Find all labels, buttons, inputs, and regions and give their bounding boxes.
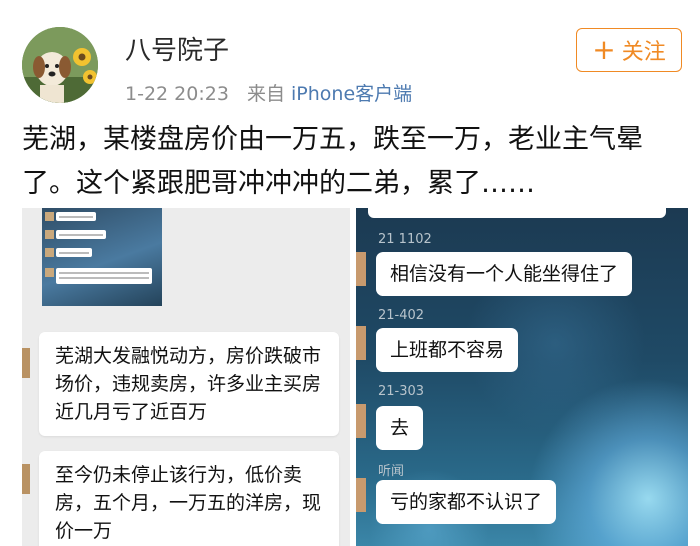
post-time: 1-22 20:23 bbox=[125, 83, 229, 105]
plus-icon: + bbox=[592, 33, 616, 66]
message-bubble: 亏的家都不认识了 bbox=[376, 480, 557, 524]
message-bubble: 去 bbox=[376, 406, 424, 450]
avatar bbox=[356, 326, 366, 360]
sender-label: 听闻 bbox=[378, 464, 405, 479]
avatar bbox=[356, 478, 366, 512]
avatar bbox=[22, 464, 30, 494]
dog-avatar-icon bbox=[22, 27, 98, 103]
message-bubble bbox=[368, 208, 666, 218]
left-screenshot[interactable]: 芜湖大发融悦动方，房价跌破市场价，违规卖房，许多业主买房近几月亏了近百万 至今仍… bbox=[22, 208, 350, 546]
source-link[interactable]: iPhone客户端 bbox=[291, 83, 412, 105]
follow-label: 关注 bbox=[621, 40, 666, 65]
follow-button[interactable]: + 关注 bbox=[576, 28, 682, 72]
message-bubble: 相信没有一个人能坐得住了 bbox=[376, 252, 633, 296]
sender-label: 21-402 bbox=[378, 308, 425, 323]
avatar[interactable] bbox=[22, 27, 98, 103]
post-text: 芜湖，某楼盘房价由一万五，跌至一万，老业主气晕了。这个紧跟肥哥冲冲冲的二弟，累了… bbox=[22, 124, 643, 199]
post-meta: 1-22 20:23 来自 iPhone客户端 bbox=[125, 79, 412, 106]
username[interactable]: 八号院子 bbox=[125, 30, 229, 67]
avatar bbox=[22, 348, 30, 378]
message-bubble: 芜湖大发融悦动方，房价跌破市场价，违规卖房，许多业主买房近几月亏了近百万 bbox=[39, 332, 339, 436]
message-bubble: 至今仍未停止该行为，低价卖房，五个月，一万五的洋房，现价一万 bbox=[39, 451, 339, 546]
avatar bbox=[356, 252, 366, 286]
source-prefix: 来自 bbox=[246, 83, 285, 105]
mini-chat-thumbnail bbox=[42, 208, 162, 306]
avatar bbox=[356, 404, 366, 438]
sender-label: 21-303 bbox=[378, 384, 425, 399]
right-screenshot[interactable]: 21 1102 相信没有一个人能坐得住了 21-402 上班都不容易 21-30… bbox=[356, 208, 688, 546]
message-bubble: 上班都不容易 bbox=[376, 328, 519, 372]
sender-label: 21 1102 bbox=[378, 232, 432, 247]
